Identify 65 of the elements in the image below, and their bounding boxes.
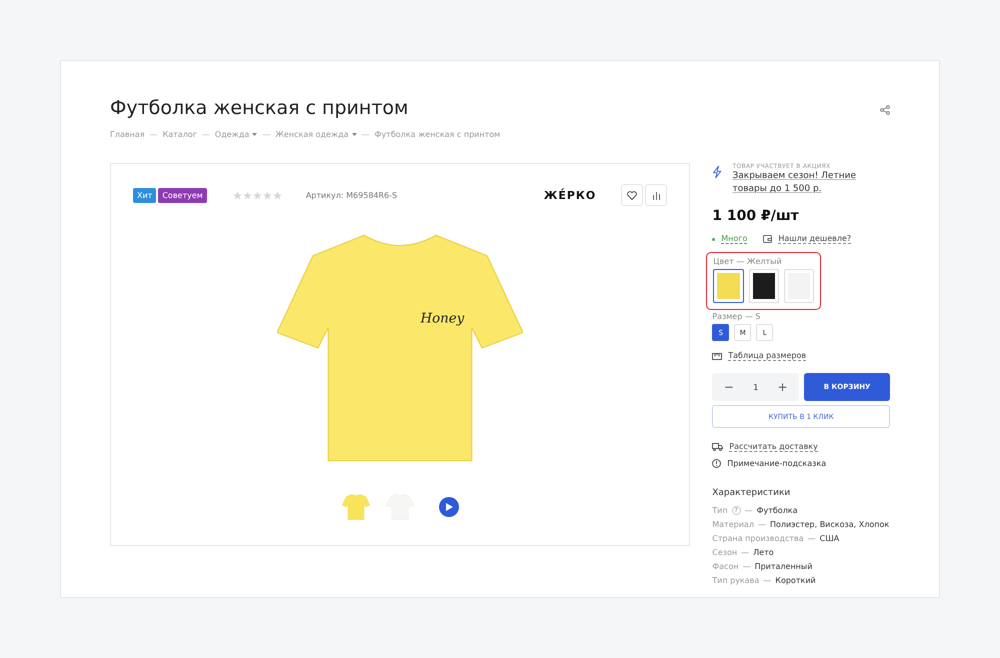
size-label: Размер — S [712,312,762,321]
truck-icon [712,443,724,451]
stock-dot-icon [712,238,716,240]
video-play-button[interactable] [439,497,460,517]
play-icon [446,503,453,511]
info-icon [712,459,722,468]
lightning-icon [712,163,722,181]
color-swatch[interactable] [713,269,744,303]
caret-icon [252,133,258,136]
caret-icon [352,133,357,136]
promo-link[interactable]: Закрываем сезон! Летние товары до 1 500 р. [732,170,890,196]
characteristic-label: Тип [712,506,728,515]
breadcrumb-separator: — [202,130,210,139]
star-icon [242,190,252,200]
characteristic-value: Полиэстер, Вискоза, Хлопок [770,520,890,529]
quantity-field[interactable]: − 1 + [712,373,800,401]
color-label: Цвет — Желтый [713,257,783,266]
wallet-icon [763,235,772,243]
breadcrumb-separator: — [362,130,370,139]
heart-icon [627,190,638,200]
tshirt-thumbnail-image [342,493,370,521]
size-table-link[interactable]: Таблица размеров [728,351,806,361]
characteristic-label: Материал [712,520,754,529]
dash-separator: — [763,576,772,585]
characteristics-title: Характеристики [712,488,792,498]
characteristic-value: Лето [753,548,774,557]
brand-logo: ЖЕ́РКО [544,188,596,202]
compare-button[interactable] [645,184,668,206]
characteristic-label: Страна производства [712,534,804,543]
characteristic-label: Фасон [712,562,739,571]
star-icon [262,190,272,200]
breadcrumb-separator: — [262,130,270,139]
bar-chart-icon [652,190,661,200]
star-icon [272,190,282,200]
dash-separator: — [758,520,766,529]
dash-separator: — [741,548,750,557]
price: 1 100 ₽/шт [712,208,800,224]
product-badge: Советуем [158,188,207,202]
share-icon[interactable] [880,105,890,115]
breadcrumb-separator: — [150,130,158,139]
characteristic-value: Короткий [775,576,816,585]
star-icon [252,190,262,200]
quantity-value: 1 [753,382,758,392]
characteristic-value: Приталенный [754,562,812,571]
characteristic-value: США [820,534,840,543]
favorite-button[interactable] [621,184,644,206]
delivery-link[interactable]: Рассчитать доставку [729,442,818,452]
dash-separator: — [742,562,751,571]
ruler-icon [712,352,722,360]
article-number: Артикул: M69584R6-S [306,190,398,200]
dash-separator: — [808,534,816,543]
tshirt-thumbnail-image [386,493,414,521]
page-title: Футболка женская с принтом [110,97,410,119]
plus-button[interactable]: + [774,380,792,394]
characteristic-label: Тип рукава [712,576,760,585]
hint-note: Примечание-подсказка [727,459,826,468]
stock-link[interactable]: Много [721,234,748,244]
minus-button[interactable]: − [720,380,738,394]
dash-separator: — [744,506,753,515]
product-badge: Хит [133,188,156,202]
characteristic-value: Футболка [756,506,798,515]
print-text: Honey [420,310,464,326]
star-icon [232,190,242,200]
characteristic-label: Сезон [712,548,738,557]
cheaper-link[interactable]: Нашли дешевле? [778,234,852,244]
